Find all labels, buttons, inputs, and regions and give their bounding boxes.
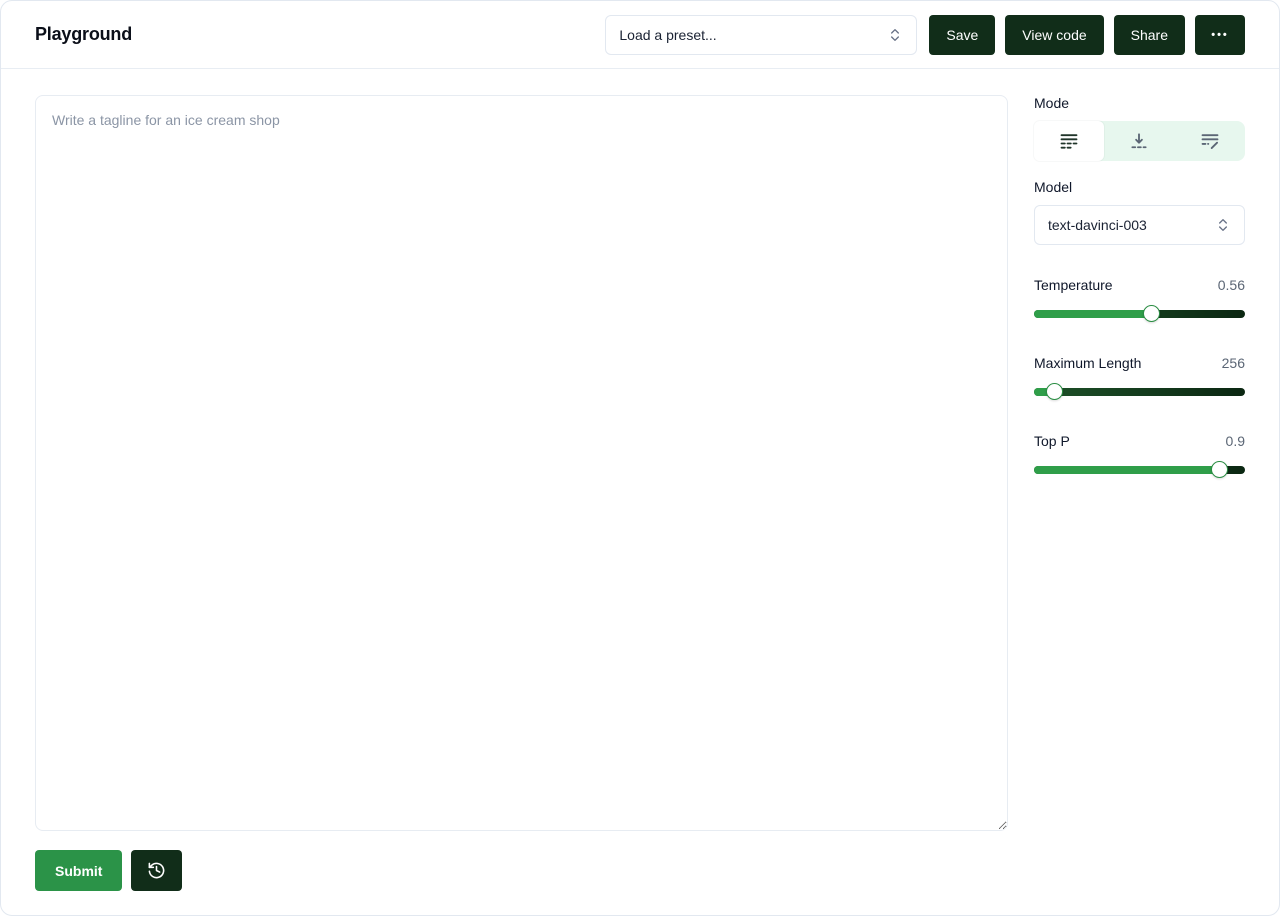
edit-mode-icon: [1200, 131, 1220, 151]
insert-mode-icon: [1129, 131, 1149, 151]
mode-tab-complete[interactable]: [1034, 121, 1104, 161]
top-p-label: Top P: [1034, 433, 1070, 449]
slider-fill: [1034, 466, 1220, 474]
history-icon: [147, 861, 166, 880]
prompt-textarea[interactable]: [35, 95, 1008, 831]
model-label: Model: [1034, 179, 1245, 195]
history-button[interactable]: [131, 850, 182, 891]
sliders-section: Temperature 0.56 Maximum Length 256: [1034, 277, 1245, 474]
temperature-slider-thumb[interactable]: [1143, 305, 1160, 322]
max-length-slider-group: Maximum Length 256: [1034, 355, 1245, 396]
top-p-slider[interactable]: [1034, 466, 1245, 474]
mode-segmented-control: [1034, 121, 1245, 161]
max-length-value: 256: [1222, 355, 1245, 371]
header: Playground Load a preset... Save View co…: [1, 1, 1279, 69]
editor-actions: Submit: [35, 850, 1008, 891]
top-p-value: 0.9: [1226, 433, 1245, 449]
top-p-slider-thumb[interactable]: [1211, 461, 1228, 478]
chevrons-up-down-icon: [1215, 217, 1231, 233]
model-select[interactable]: text-davinci-003: [1034, 205, 1245, 245]
editor-panel: Submit: [35, 95, 1008, 891]
mode-label: Mode: [1034, 95, 1245, 111]
slider-fill: [1034, 310, 1152, 318]
share-button[interactable]: Share: [1114, 15, 1185, 55]
temperature-slider-group: Temperature 0.56: [1034, 277, 1245, 318]
main-content: Submit Mode: [1, 69, 1279, 916]
max-length-slider[interactable]: [1034, 388, 1245, 396]
view-code-button[interactable]: View code: [1005, 15, 1103, 55]
model-select-value: text-davinci-003: [1048, 217, 1147, 233]
preset-select-value: Load a preset...: [619, 27, 716, 43]
submit-button[interactable]: Submit: [35, 850, 122, 891]
chevrons-up-down-icon: [887, 27, 903, 43]
temperature-slider[interactable]: [1034, 310, 1245, 318]
save-button[interactable]: Save: [929, 15, 995, 55]
max-length-slider-thumb[interactable]: [1046, 383, 1063, 400]
mode-field: Mode: [1034, 95, 1245, 161]
max-length-label: Maximum Length: [1034, 355, 1141, 371]
temperature-label: Temperature: [1034, 277, 1113, 293]
mode-tab-edit[interactable]: [1175, 121, 1245, 161]
page-title: Playground: [35, 24, 132, 45]
preset-select[interactable]: Load a preset...: [605, 15, 917, 55]
top-p-slider-group: Top P 0.9: [1034, 433, 1245, 474]
temperature-value: 0.56: [1218, 277, 1245, 293]
more-options-button[interactable]: •••: [1195, 15, 1245, 55]
settings-sidebar: Mode Model text-davinci-003: [1034, 95, 1245, 891]
mode-tab-insert[interactable]: [1104, 121, 1174, 161]
playground-window: Playground Load a preset... Save View co…: [0, 0, 1280, 916]
model-field: Model text-davinci-003: [1034, 179, 1245, 245]
header-actions: Load a preset... Save View code Share ••…: [605, 15, 1245, 55]
complete-mode-icon: [1059, 131, 1079, 151]
